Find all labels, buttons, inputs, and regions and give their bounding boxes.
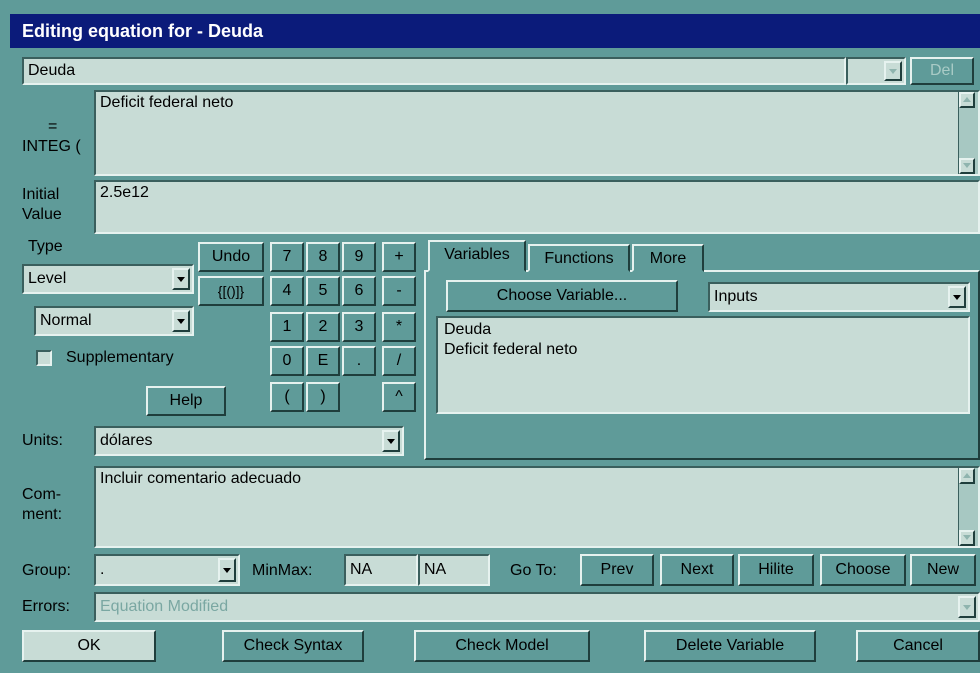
equation-text: Deficit federal neto <box>100 94 234 111</box>
key-8[interactable]: 8 <box>306 242 340 272</box>
key-caret[interactable]: ^ <box>382 382 416 412</box>
chevron-down-icon <box>218 558 236 582</box>
subtype-select[interactable]: Normal <box>34 306 194 336</box>
help-button[interactable]: Help <box>146 386 226 416</box>
variable-filter-select[interactable]: Inputs <box>708 282 970 312</box>
key-minus[interactable]: - <box>382 276 416 306</box>
supplementary-label: Supplementary <box>66 349 174 366</box>
equation-field[interactable]: Deficit federal neto <box>94 90 980 176</box>
initial-value-field[interactable]: 2.5e12 <box>94 180 980 234</box>
variable-filter-selected: Inputs <box>714 288 758 305</box>
key-7[interactable]: 7 <box>270 242 304 272</box>
undo-button[interactable]: Undo <box>198 242 264 272</box>
key-times[interactable]: * <box>382 312 416 342</box>
units-label: Units: <box>22 432 63 449</box>
units-field[interactable]: dólares <box>94 426 404 456</box>
key-e[interactable]: E <box>306 346 340 376</box>
key-4[interactable]: 4 <box>270 276 304 306</box>
errors-label: Errors: <box>22 598 70 615</box>
chevron-down-icon <box>948 286 966 308</box>
key-lparen[interactable]: ( <box>270 382 304 412</box>
key-rparen[interactable]: ) <box>306 382 340 412</box>
comment-text: Incluir comentario adecuado <box>100 470 302 487</box>
tab-more[interactable]: More <box>632 244 704 272</box>
comment-label-1: Com- <box>22 486 62 503</box>
choose-variable-button[interactable]: Choose Variable... <box>446 280 678 312</box>
comment-label-2: ment: <box>22 506 63 523</box>
units-value: dólares <box>100 432 153 449</box>
key-0[interactable]: 0 <box>270 346 304 376</box>
ok-button[interactable]: OK <box>22 630 156 662</box>
choose-button[interactable]: Choose <box>820 554 906 586</box>
comment-scrollbar[interactable] <box>958 468 978 546</box>
chevron-down-icon <box>958 596 976 618</box>
equation-scrollbar[interactable] <box>958 92 978 174</box>
group-label: Group: <box>22 562 71 579</box>
del-button[interactable]: Del <box>910 57 974 85</box>
key-dot[interactable]: . <box>342 346 376 376</box>
type-select[interactable]: Level <box>22 264 194 294</box>
errors-value: Equation Modified <box>100 598 229 615</box>
tab-variables[interactable]: Variables <box>428 240 526 272</box>
chevron-down-icon <box>172 310 190 332</box>
variable-dropdown[interactable] <box>846 57 906 85</box>
chevron-down-icon <box>382 430 400 452</box>
group-select[interactable]: . <box>94 554 240 586</box>
key-9[interactable]: 9 <box>342 242 376 272</box>
check-syntax-button[interactable]: Check Syntax <box>222 630 364 662</box>
supplementary-checkbox[interactable] <box>36 350 52 366</box>
integ-label: INTEG ( <box>22 138 81 155</box>
key-6[interactable]: 6 <box>342 276 376 306</box>
max-field[interactable]: NA <box>418 554 490 586</box>
hilite-button[interactable]: Hilite <box>738 554 814 586</box>
variable-name-field[interactable]: Deuda <box>22 57 846 85</box>
key-plus[interactable]: + <box>382 242 416 272</box>
comment-field[interactable]: Incluir comentario adecuado <box>94 466 980 548</box>
window-title: Editing equation for - Deuda <box>10 14 980 48</box>
min-field[interactable]: NA <box>344 554 418 586</box>
initial-value-label-2: Value <box>22 206 62 223</box>
equals-label: = <box>48 118 58 135</box>
initial-value-label-1: Initial <box>22 186 60 203</box>
list-item[interactable]: Deuda <box>444 320 962 340</box>
type-label: Type <box>28 238 63 255</box>
scroll-up-icon[interactable] <box>959 92 975 108</box>
list-item[interactable]: Deficit federal neto <box>444 340 962 360</box>
scroll-down-icon[interactable] <box>959 158 975 174</box>
delete-variable-button[interactable]: Delete Variable <box>644 630 816 662</box>
chevron-down-icon <box>172 268 190 290</box>
errors-field: Equation Modified <box>94 592 980 622</box>
type-selected: Level <box>28 270 67 287</box>
cancel-button[interactable]: Cancel <box>856 630 980 662</box>
new-button[interactable]: New <box>910 554 976 586</box>
key-5[interactable]: 5 <box>306 276 340 306</box>
tab-functions[interactable]: Functions <box>528 244 630 272</box>
group-value: . <box>100 561 105 578</box>
chevron-down-icon <box>884 61 902 81</box>
key-1[interactable]: 1 <box>270 312 304 342</box>
next-button[interactable]: Next <box>660 554 734 586</box>
scroll-up-icon[interactable] <box>959 468 975 484</box>
subtype-selected: Normal <box>40 312 92 329</box>
goto-label: Go To: <box>510 562 557 579</box>
variable-list[interactable]: Deuda Deficit federal neto <box>436 316 970 414</box>
minmax-label: MinMax: <box>252 562 313 579</box>
key-divide[interactable]: / <box>382 346 416 376</box>
check-model-button[interactable]: Check Model <box>414 630 590 662</box>
brackets-button[interactable]: {[()]} <box>198 276 264 306</box>
prev-button[interactable]: Prev <box>580 554 654 586</box>
key-2[interactable]: 2 <box>306 312 340 342</box>
scroll-down-icon[interactable] <box>959 530 975 546</box>
key-3[interactable]: 3 <box>342 312 376 342</box>
